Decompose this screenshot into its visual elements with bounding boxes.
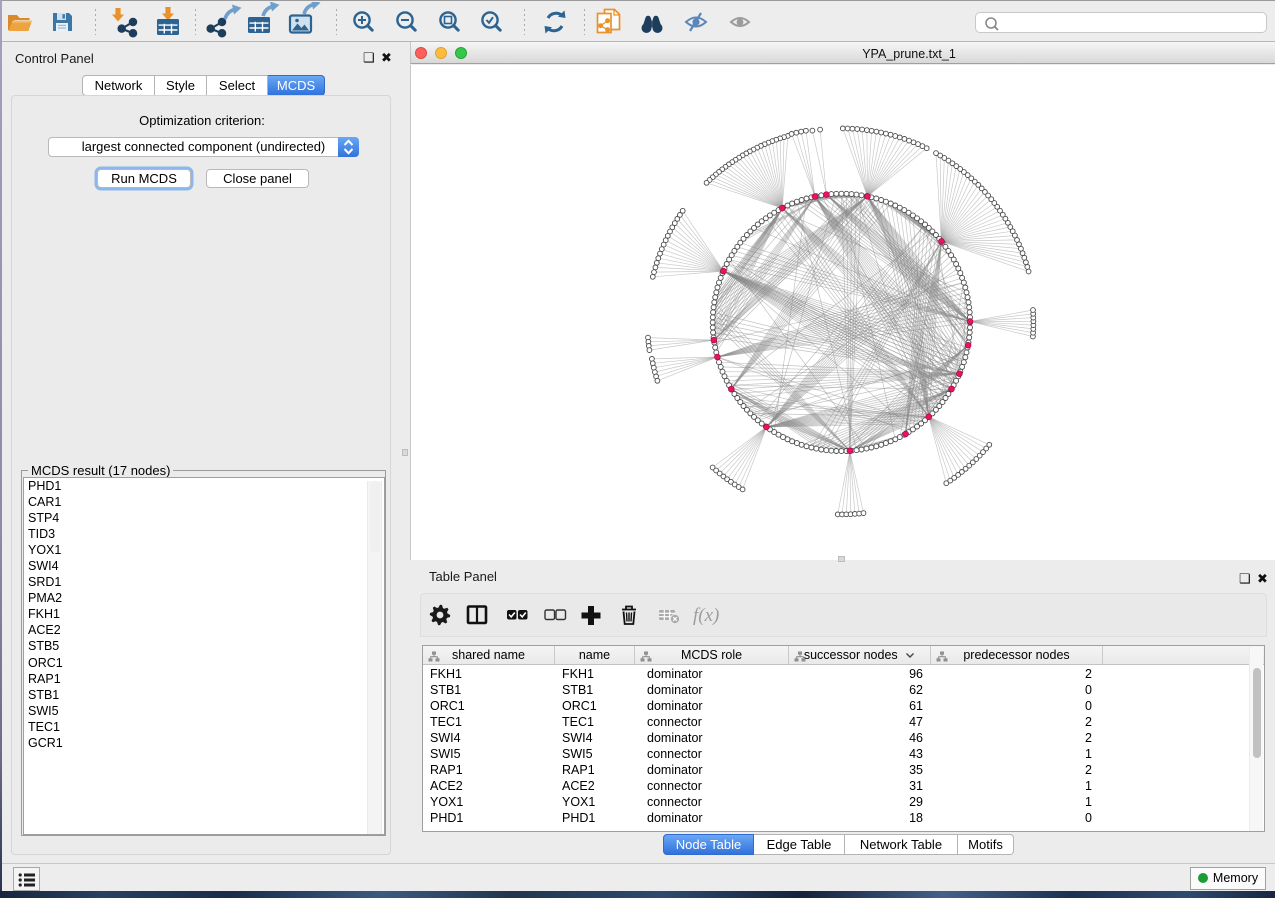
svg-text:f(x): f(x) [693,605,719,626]
